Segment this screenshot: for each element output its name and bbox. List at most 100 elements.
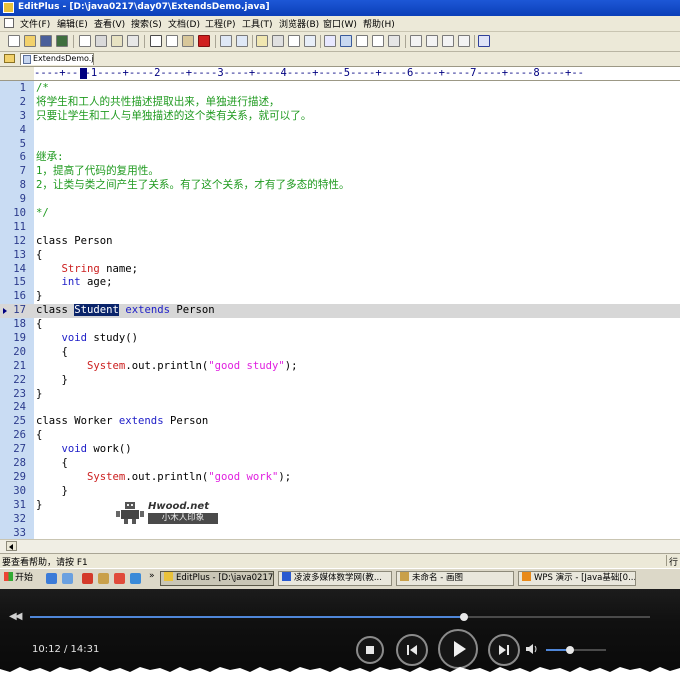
copy-icon[interactable] — [166, 35, 178, 47]
ruler-cursor-marker — [80, 68, 87, 79]
start-button[interactable]: 开始 — [2, 571, 40, 586]
word-wrap-icon[interactable] — [340, 35, 352, 47]
code-line: 10 */ — [13, 207, 49, 220]
code-line: 31} — [13, 498, 43, 511]
seek-bar-handle[interactable] — [460, 613, 468, 621]
stop-button[interactable] — [356, 636, 384, 664]
font-icon[interactable] — [324, 35, 336, 47]
torn-paper-edge — [0, 667, 680, 674]
watermark-subtitle: 小木人印象 — [148, 513, 218, 524]
quicklaunch-ie-icon[interactable] — [46, 573, 57, 584]
help-icon[interactable] — [478, 35, 490, 47]
status-bar: 要查看帮助，请按 F1 行 — [0, 553, 680, 568]
spell-check-icon[interactable] — [111, 35, 123, 47]
save-all-icon[interactable] — [56, 35, 68, 47]
code-line: 28 { — [13, 457, 68, 470]
goto-line-icon[interactable] — [304, 35, 316, 47]
find-in-files-icon[interactable] — [288, 35, 300, 47]
play-button[interactable] — [438, 629, 478, 669]
status-line-indicator: 行 — [669, 558, 679, 568]
menu-help[interactable]: 帮助(H) — [363, 17, 395, 30]
code-line: 32 — [13, 512, 26, 525]
scroll-left-button[interactable] — [6, 541, 17, 551]
menu-edit[interactable]: 编辑(E) — [57, 17, 88, 30]
print-preview-icon[interactable] — [79, 35, 91, 47]
directory-window-icon[interactable] — [388, 35, 400, 47]
code-editor[interactable]: 1/* 2 将学生和工人的共性描述提取出来，单独进行描述， 3 只要让学生和工人与单… — [0, 81, 680, 539]
cliptext-icon[interactable] — [426, 35, 438, 47]
quicklaunch-app-icon[interactable] — [114, 573, 125, 584]
code-line: 4 — [19, 123, 26, 136]
line-number-icon[interactable] — [356, 35, 368, 47]
menu-file[interactable]: 文件(F) — [20, 17, 50, 30]
paste-icon[interactable] — [182, 35, 194, 47]
collapse-arrows-icon[interactable]: ◀◀ — [9, 611, 22, 622]
toolbar — [0, 32, 680, 52]
code-line: 27 void work() — [13, 443, 132, 456]
playback-time: 10:12 / 14:31 — [32, 644, 100, 655]
code-line: 11 — [13, 220, 26, 233]
delete-icon[interactable] — [198, 35, 210, 47]
selected-text: Student — [74, 304, 119, 317]
video-player-controls: ◀◀ 10:12 / 14:31 — [0, 589, 680, 674]
horizontal-scrollbar[interactable] — [0, 539, 680, 553]
code-line: 13{ — [13, 248, 43, 261]
tab-extendsdemo[interactable]: ExtendsDemo.java — [20, 53, 94, 65]
replace-icon[interactable] — [272, 35, 284, 47]
robot-logo-icon — [116, 502, 144, 524]
output-window-icon[interactable] — [410, 35, 422, 47]
document-icon[interactable] — [4, 18, 14, 28]
document-tab-strip: ExtendsDemo.java — [0, 52, 680, 67]
quicklaunch-app-icon[interactable] — [82, 573, 93, 584]
quicklaunch-app-icon[interactable] — [98, 573, 109, 584]
code-line: 29 System.out.println("good work"); — [13, 470, 292, 483]
next-button[interactable] — [488, 634, 520, 666]
menu-window[interactable]: 窗口(W) — [323, 17, 357, 30]
task-wps[interactable]: WPS 演示 - [Java基础[0... — [518, 571, 636, 586]
editplus-app-icon — [3, 2, 14, 13]
menu-view[interactable]: 查看(V) — [94, 17, 125, 30]
volume-slider[interactable] — [546, 646, 606, 654]
code-line: 20 { — [13, 345, 68, 358]
menu-project[interactable]: 工程(P) — [205, 17, 235, 30]
quicklaunch-more-icon[interactable]: » — [149, 571, 155, 581]
code-line: 26{ — [13, 429, 43, 442]
open-folder-icon[interactable] — [24, 35, 36, 47]
task-editplus[interactable]: EditPlus - [D:\java0217\... — [160, 571, 274, 586]
find-icon[interactable] — [256, 35, 268, 47]
code-line: 33 — [13, 526, 26, 539]
folder-icon[interactable] — [4, 54, 15, 63]
windows-logo-icon — [4, 572, 13, 581]
close-window-icon[interactable] — [458, 35, 470, 47]
redo-icon[interactable] — [236, 35, 248, 47]
new-file-icon[interactable] — [8, 35, 20, 47]
ruler-icon[interactable] — [372, 35, 384, 47]
cut-icon[interactable] — [150, 35, 162, 47]
seek-bar[interactable] — [30, 613, 650, 621]
volume-handle[interactable] — [566, 646, 574, 654]
task-paint[interactable]: 未命名 - 画图 — [396, 571, 514, 586]
code-line: 7 1，提高了代码的复用性。 — [19, 165, 159, 178]
code-line: 1/* — [19, 82, 49, 94]
menu-tools[interactable]: 工具(T) — [242, 17, 273, 30]
code-line-current: 17 class Student extends Person — [0, 304, 680, 319]
print-icon[interactable] — [95, 35, 107, 47]
menu-document[interactable]: 文档(D) — [168, 17, 200, 30]
start-label: 开始 — [15, 573, 34, 583]
undo-icon[interactable] — [220, 35, 232, 47]
play-icon — [454, 641, 466, 657]
code-line: 19 void study() — [13, 332, 139, 345]
task-browser[interactable]: 凌波多媒体数学网(教... — [278, 571, 392, 586]
title-bar: EditPlus - [D:\java0217\day07\ExtendsDem… — [0, 0, 680, 16]
full-screen-icon[interactable] — [442, 35, 454, 47]
previous-button[interactable] — [396, 634, 428, 666]
menu-browser[interactable]: 浏览器(B) — [279, 17, 319, 30]
quicklaunch-desktop-icon[interactable] — [62, 573, 73, 584]
volume-icon[interactable] — [526, 644, 538, 654]
menu-search[interactable]: 搜索(S) — [131, 17, 162, 30]
save-icon[interactable] — [40, 35, 52, 47]
menu-bar: 文件(F) 编辑(E) 查看(V) 搜索(S) 文档(D) 工程(P) 工具(T… — [0, 16, 680, 32]
quicklaunch-app-icon[interactable] — [130, 573, 141, 584]
code-line: 3 只要让学生和工人与单独描述的这个类有关系，就可以了。 — [19, 109, 312, 122]
browser-view-icon[interactable] — [127, 35, 139, 47]
